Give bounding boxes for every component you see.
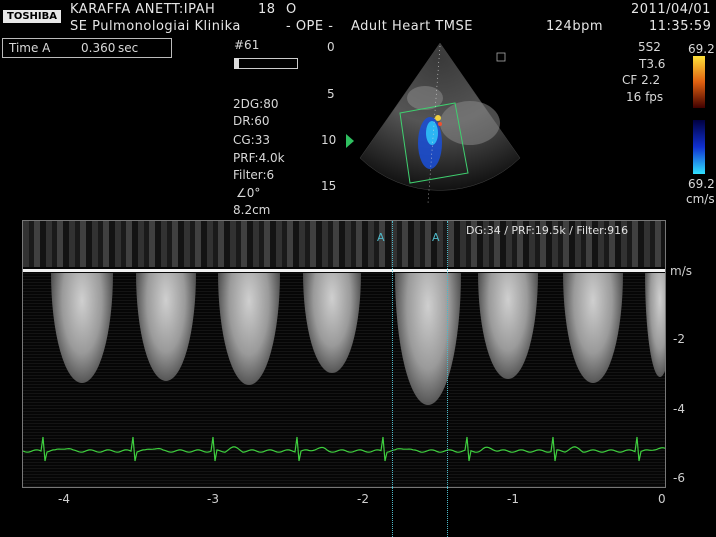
logo-area: TOSHIBA — [0, 0, 64, 36]
color-scale-unit: cm/s — [686, 192, 715, 206]
param-depth: 8.2cm — [233, 203, 271, 217]
time-tick--2: -2 — [357, 492, 369, 506]
probe-cf: CF 2.2 — [622, 73, 661, 87]
depth-tick-15: 15 — [321, 179, 337, 193]
velocity-unit: m/s — [670, 264, 692, 278]
ecg-trace — [23, 436, 665, 462]
doppler-spectrum-panel: DG:34 / PRF:19.5k / Filter:916 A A — [22, 220, 666, 488]
color-scale-positive-bar — [693, 56, 705, 108]
velocity-tick--4: -4 — [673, 402, 685, 416]
probe-fps: 16 fps — [626, 90, 664, 104]
velocity-tick--6: -6 — [673, 471, 685, 485]
caliper-marker-a2[interactable]: A — [432, 231, 440, 244]
param-angle: ∠0° — [236, 186, 261, 200]
echo-sector-image — [359, 42, 521, 204]
probe-t: T3.6 — [639, 57, 666, 71]
exam-date: 2011/04/01 — [631, 2, 711, 17]
param-prf: PRF:4.0k — [233, 151, 285, 165]
depth-tick-0: 0 — [327, 40, 335, 54]
measurement-label: Time A — [9, 41, 51, 55]
velocity-tick--2: -2 — [673, 332, 685, 346]
patient-code: O — [286, 2, 297, 17]
caliper-marker-a1[interactable]: A — [377, 231, 385, 244]
time-tick--1: -1 — [507, 492, 519, 506]
patient-number: 18 — [258, 2, 276, 17]
measurement-unit: sec — [118, 41, 139, 55]
color-scale-bottom: 69.2 — [688, 177, 715, 191]
param-cg: CG:33 — [233, 133, 270, 147]
gate-bar — [234, 58, 298, 69]
color-scale-negative-bar — [693, 120, 705, 174]
patient-name: KARAFFA ANETT:IPAH — [70, 2, 216, 17]
exam-time: 11:35:59 — [649, 19, 712, 34]
frame-label: #61 — [234, 38, 260, 52]
caliper-line-a2[interactable] — [447, 221, 448, 487]
caliper-line-a2-ext — [447, 487, 448, 537]
caliper-line-a1[interactable] — [392, 221, 393, 487]
gate-position — [234, 58, 239, 69]
brand-logo: TOSHIBA — [3, 10, 61, 23]
caliper-line-a1-ext — [392, 487, 393, 537]
doppler-header: DG:34 / PRF:19.5k / Filter:916 — [466, 224, 629, 237]
param-filter: Filter:6 — [233, 168, 275, 182]
probe-model: 5S2 — [638, 40, 661, 54]
depth-tick-5: 5 — [327, 87, 335, 101]
measurement-value: 0.360 — [81, 41, 116, 55]
clinic-name: SE Pulmonologiai Klinika — [70, 19, 241, 34]
measurement-box: Time A 0.360 sec — [2, 38, 172, 58]
heart-rate: 124bpm — [546, 19, 603, 34]
time-tick-0: 0 — [658, 492, 666, 506]
time-tick--4: -4 — [58, 492, 70, 506]
param-dr: DR:60 — [233, 114, 270, 128]
preset-name: Adult Heart TMSE — [351, 19, 473, 34]
param-2dg: 2DG:80 — [233, 97, 279, 111]
depth-tick-10: 10 — [321, 133, 337, 147]
color-scale-top: 69.2 — [688, 42, 715, 56]
time-tick--3: -3 — [207, 492, 219, 506]
doppler-baseline — [23, 269, 665, 272]
department: - OPE - — [286, 19, 334, 34]
